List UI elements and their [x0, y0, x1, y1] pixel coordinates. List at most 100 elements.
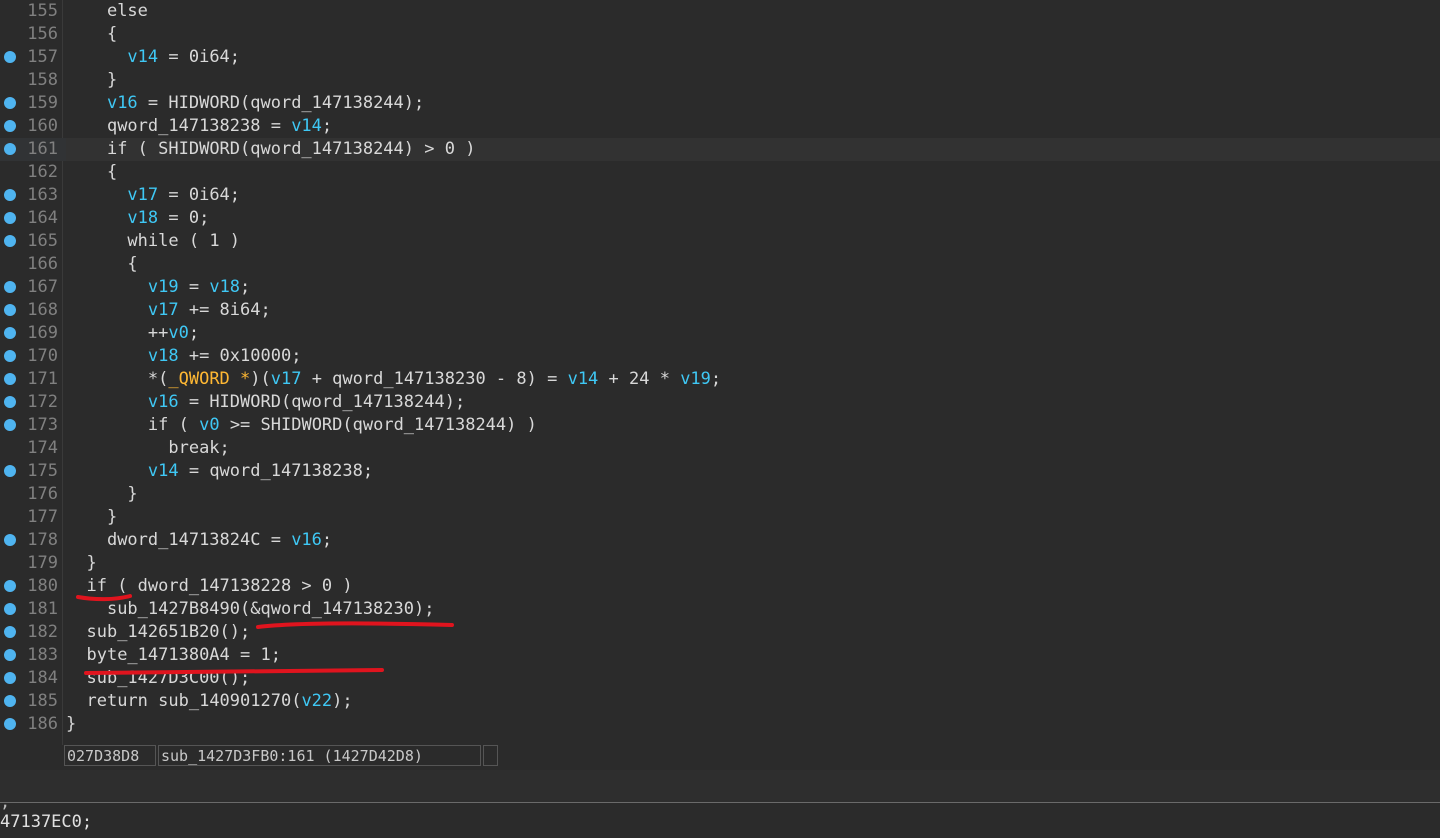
- code-token[interactable]: }: [86, 553, 96, 573]
- code-token[interactable]: }: [127, 484, 137, 504]
- code-line[interactable]: 182 sub_142651B20();: [0, 621, 1440, 644]
- code-line[interactable]: 172 v16 = HIDWORD(qword_147138244);: [0, 391, 1440, 414]
- code-line[interactable]: 159 v16 = HIDWORD(qword_147138244);: [0, 92, 1440, 115]
- variable-token[interactable]: v16: [107, 93, 138, 113]
- code-text[interactable]: *(_QWORD *)(v17 + qword_147138230 - 8) =…: [66, 368, 1440, 391]
- code-text[interactable]: qword_147138238 = v14;: [66, 115, 1440, 138]
- code-text[interactable]: }: [66, 69, 1440, 92]
- variable-token[interactable]: v19: [680, 369, 711, 389]
- code-line[interactable]: 178 dword_14713824C = v16;: [0, 529, 1440, 552]
- code-text[interactable]: }: [66, 506, 1440, 529]
- code-token[interactable]: dword_14713824C =: [107, 530, 291, 550]
- code-text[interactable]: ++v0;: [66, 322, 1440, 345]
- code-text[interactable]: v18 += 0x10000;: [66, 345, 1440, 368]
- code-line[interactable]: 181 sub_1427B8490(&qword_147138230);: [0, 598, 1440, 621]
- code-token[interactable]: sub_1427B8490(&qword_147138230);: [107, 599, 435, 619]
- code-token[interactable]: ;: [240, 277, 250, 297]
- code-text[interactable]: sub_142651B20();: [66, 621, 1440, 644]
- code-text[interactable]: return sub_140901270(v22);: [66, 690, 1440, 713]
- code-text[interactable]: if ( SHIDWORD(qword_147138244) > 0 ): [66, 138, 1440, 161]
- code-text[interactable]: if ( dword_147138228 > 0 ): [66, 575, 1440, 598]
- code-token[interactable]: sub_1427D3C00();: [86, 668, 250, 688]
- code-token[interactable]: = HIDWORD(qword_147138244);: [179, 392, 465, 412]
- code-text[interactable]: else: [66, 0, 1440, 23]
- code-line[interactable]: 170 v18 += 0x10000;: [0, 345, 1440, 368]
- code-text[interactable]: break;: [66, 437, 1440, 460]
- code-line[interactable]: 173 if ( v0 >= SHIDWORD(qword_147138244)…: [0, 414, 1440, 437]
- code-line[interactable]: 180 if ( dword_147138228 > 0 ): [0, 575, 1440, 598]
- code-token[interactable]: {: [127, 254, 137, 274]
- code-token[interactable]: return: [86, 691, 147, 711]
- variable-token[interactable]: v16: [148, 392, 179, 412]
- code-text[interactable]: sub_1427B8490(&qword_147138230);: [66, 598, 1440, 621]
- code-token[interactable]: ;: [322, 116, 332, 136]
- code-text[interactable]: dword_14713824C = v16;: [66, 529, 1440, 552]
- variable-token[interactable]: v14: [148, 461, 179, 481]
- code-line[interactable]: 175 v14 = qword_147138238;: [0, 460, 1440, 483]
- code-token[interactable]: ( dword_147138228 > 0 ): [107, 576, 352, 596]
- code-text[interactable]: }: [66, 483, 1440, 506]
- code-text[interactable]: v18 = 0;: [66, 207, 1440, 230]
- code-line[interactable]: 160 qword_147138238 = v14;: [0, 115, 1440, 138]
- code-text[interactable]: {: [66, 253, 1440, 276]
- code-token[interactable]: *(: [148, 369, 168, 389]
- code-text[interactable]: v16 = HIDWORD(qword_147138244);: [66, 391, 1440, 414]
- code-token[interactable]: sub_142651B20();: [86, 622, 250, 642]
- code-line[interactable]: 171 *(_QWORD *)(v17 + qword_147138230 - …: [0, 368, 1440, 391]
- code-line[interactable]: 158 }: [0, 69, 1440, 92]
- code-token[interactable]: if: [86, 576, 106, 596]
- code-text[interactable]: v14 = qword_147138238;: [66, 460, 1440, 483]
- variable-token[interactable]: v14: [568, 369, 599, 389]
- code-token[interactable]: ;: [322, 530, 332, 550]
- code-line[interactable]: 155 else: [0, 0, 1440, 23]
- code-line[interactable]: 165 while ( 1 ): [0, 230, 1440, 253]
- variable-token[interactable]: v18: [127, 208, 158, 228]
- code-line[interactable]: 164 v18 = 0;: [0, 207, 1440, 230]
- code-token[interactable]: = 0;: [158, 208, 209, 228]
- code-token[interactable]: );: [332, 691, 352, 711]
- code-text[interactable]: {: [66, 23, 1440, 46]
- code-line[interactable]: 168 v17 += 8i64;: [0, 299, 1440, 322]
- code-line[interactable]: 162 {: [0, 161, 1440, 184]
- variable-token[interactable]: v22: [301, 691, 332, 711]
- variable-token[interactable]: v17: [271, 369, 302, 389]
- code-line[interactable]: 166 {: [0, 253, 1440, 276]
- code-text[interactable]: byte_1471380A4 = 1;: [66, 644, 1440, 667]
- code-token[interactable]: ( SHIDWORD(qword_147138244) > 0 ): [127, 139, 476, 159]
- pseudocode-editor[interactable]: 155 else 156 {157 v14 = 0i64; 158 } 159 v16…: [0, 0, 1440, 745]
- code-token[interactable]: = 0i64;: [158, 47, 240, 67]
- code-token[interactable]: ( 1 ): [179, 231, 240, 251]
- variable-token[interactable]: v0: [168, 323, 188, 343]
- variable-token[interactable]: v17: [127, 185, 158, 205]
- code-text[interactable]: v19 = v18;: [66, 276, 1440, 299]
- code-token[interactable]: {: [107, 162, 117, 182]
- code-line[interactable]: 186}: [0, 713, 1440, 736]
- type-token[interactable]: _QWORD *: [168, 369, 250, 389]
- code-text[interactable]: v17 += 8i64;: [66, 299, 1440, 322]
- code-token[interactable]: = 0i64;: [158, 185, 240, 205]
- code-text[interactable]: while ( 1 ): [66, 230, 1440, 253]
- code-token[interactable]: sub_140901270(: [148, 691, 301, 711]
- code-token[interactable]: + 24 *: [598, 369, 680, 389]
- code-line[interactable]: 156 {: [0, 23, 1440, 46]
- code-line[interactable]: 176 }: [0, 483, 1440, 506]
- variable-token[interactable]: v18: [209, 277, 240, 297]
- code-line[interactable]: 169 ++v0;: [0, 322, 1440, 345]
- code-text[interactable]: sub_1427D3C00();: [66, 667, 1440, 690]
- code-text[interactable]: v14 = 0i64;: [66, 46, 1440, 69]
- variable-token[interactable]: v0: [199, 415, 219, 435]
- code-token[interactable]: }: [66, 714, 76, 734]
- code-line[interactable]: 177 }: [0, 506, 1440, 529]
- code-line[interactable]: 185 return sub_140901270(v22);: [0, 690, 1440, 713]
- variable-token[interactable]: v14: [127, 47, 158, 67]
- variable-token[interactable]: v17: [148, 300, 179, 320]
- code-text[interactable]: if ( v0 >= SHIDWORD(qword_147138244) ): [66, 414, 1440, 437]
- variable-token[interactable]: v18: [148, 346, 179, 366]
- code-token[interactable]: ;: [189, 323, 199, 343]
- pane-divider[interactable]: [0, 770, 1440, 803]
- code-token[interactable]: {: [107, 24, 117, 44]
- code-token[interactable]: )(: [250, 369, 270, 389]
- code-token[interactable]: if: [107, 139, 127, 159]
- code-line[interactable]: 163 v17 = 0i64;: [0, 184, 1440, 207]
- code-token[interactable]: byte_1471380A4 = 1;: [86, 645, 280, 665]
